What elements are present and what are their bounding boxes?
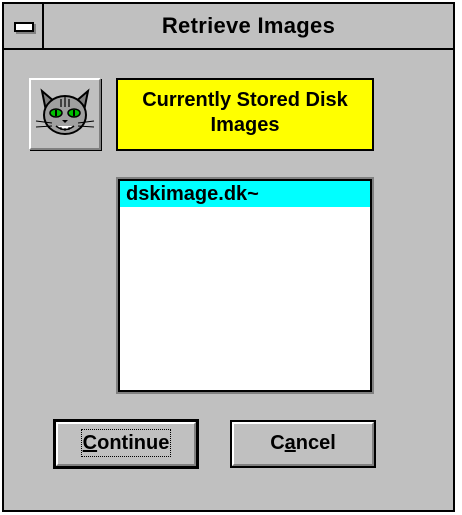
continue-label-rest: ontinue — [97, 432, 170, 454]
heading-line-1: Currently Stored Disk — [142, 89, 348, 111]
title-bar: Retrieve Images — [4, 4, 453, 50]
system-menu-bar — [14, 22, 34, 32]
system-menu-icon[interactable] — [4, 4, 44, 48]
heading-line-2: Images — [210, 114, 280, 136]
stored-images-heading: Currently Stored Disk Images — [116, 78, 374, 151]
cat-icon — [35, 88, 95, 135]
window-title: Retrieve Images — [161, 13, 336, 38]
list-item[interactable]: dskimage.dk~ — [120, 181, 370, 207]
cancel-label-prefix: C — [270, 432, 285, 454]
retrieve-images-dialog: Retrieve Images Currently Stored Disk Im… — [2, 2, 455, 512]
focus-ring: Continue — [80, 429, 172, 457]
continue-button[interactable]: Continue — [53, 419, 199, 469]
cancel-mnemonic: a — [284, 432, 296, 454]
cat-icon-button[interactable] — [29, 78, 101, 150]
continue-mnemonic: C — [82, 432, 98, 454]
listbox-frame: dskimage.dk~ — [118, 179, 372, 392]
cancel-button[interactable]: Cancel — [230, 420, 376, 468]
cancel-label-rest: ncel — [295, 432, 336, 454]
disk-images-listbox[interactable]: dskimage.dk~ — [116, 177, 374, 394]
